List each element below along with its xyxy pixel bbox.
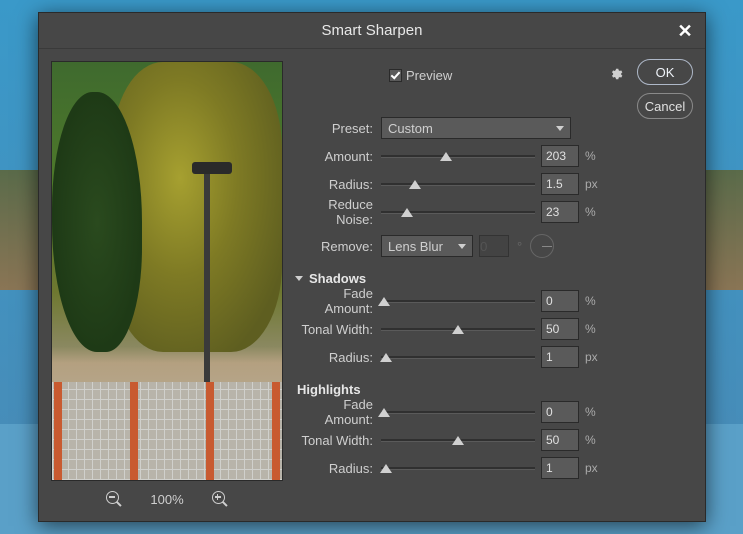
degree-label: ° [517, 239, 522, 254]
amount-field[interactable] [541, 145, 579, 167]
reduce-noise-slider[interactable] [381, 201, 535, 223]
disclosure-icon [295, 276, 303, 281]
reduce-noise-unit: % [585, 205, 605, 219]
preview-image[interactable] [51, 61, 283, 481]
highlights-fade-slider[interactable] [381, 401, 535, 423]
chevron-down-icon [556, 126, 564, 131]
highlights-title: Highlights [297, 382, 361, 397]
shadows-tonal-unit: % [585, 322, 605, 336]
dialog-title: Smart Sharpen [322, 22, 423, 39]
remove-select[interactable]: Lens Blur [381, 235, 473, 257]
amount-unit: % [585, 149, 605, 163]
close-button[interactable]: ✕ [673, 19, 697, 43]
shadows-tonal-slider[interactable] [381, 318, 535, 340]
check-icon [391, 69, 401, 79]
shadows-radius-unit: px [585, 350, 605, 364]
amount-slider[interactable] [381, 145, 535, 167]
zoom-in-icon[interactable] [212, 491, 228, 507]
highlights-fade-unit: % [585, 405, 605, 419]
radius-slider[interactable] [381, 173, 535, 195]
preview-checkbox[interactable] [389, 69, 402, 82]
close-icon: ✕ [677, 21, 692, 42]
shadows-radius-field[interactable] [541, 346, 579, 368]
chevron-down-icon [458, 244, 466, 249]
highlights-fade-label: Fade Amount: [295, 397, 381, 427]
remove-label: Remove: [295, 239, 381, 254]
highlights-radius-unit: px [585, 461, 605, 475]
radius-unit: px [585, 177, 605, 191]
radius-field[interactable] [541, 173, 579, 195]
remove-value: Lens Blur [388, 239, 443, 254]
radius-label: Radius: [295, 177, 381, 192]
angle-dial[interactable] [530, 234, 554, 258]
amount-label: Amount: [295, 149, 381, 164]
gear-icon[interactable] [609, 67, 623, 81]
reduce-noise-label: Reduce Noise: [295, 197, 381, 227]
highlights-tonal-label: Tonal Width: [295, 433, 381, 448]
shadows-title: Shadows [309, 271, 366, 286]
highlights-radius-field[interactable] [541, 457, 579, 479]
shadows-fade-unit: % [585, 294, 605, 308]
shadows-radius-slider[interactable] [381, 346, 535, 368]
shadows-fade-label: Fade Amount: [295, 286, 381, 316]
preset-value: Custom [388, 121, 433, 136]
titlebar: Smart Sharpen ✕ [39, 13, 705, 49]
highlights-fade-field[interactable] [541, 401, 579, 423]
preset-select[interactable]: Custom [381, 117, 571, 139]
reduce-noise-field[interactable] [541, 201, 579, 223]
shadows-tonal-field[interactable] [541, 318, 579, 340]
smart-sharpen-dialog: Smart Sharpen ✕ 100% [38, 12, 706, 522]
highlights-tonal-unit: % [585, 433, 605, 447]
shadows-header[interactable]: Shadows [295, 271, 693, 286]
angle-field[interactable] [479, 235, 509, 257]
zoom-level[interactable]: 100% [150, 492, 183, 507]
highlights-radius-slider[interactable] [381, 457, 535, 479]
highlights-tonal-slider[interactable] [381, 429, 535, 451]
highlights-radius-label: Radius: [295, 461, 381, 476]
highlights-header[interactable]: Highlights [295, 382, 693, 397]
ok-button[interactable]: OK [637, 59, 693, 85]
cancel-button[interactable]: Cancel [637, 93, 693, 119]
shadows-radius-label: Radius: [295, 350, 381, 365]
zoom-out-icon[interactable] [106, 491, 122, 507]
preset-label: Preset: [295, 121, 381, 136]
shadows-tonal-label: Tonal Width: [295, 322, 381, 337]
preview-label: Preview [406, 68, 452, 83]
shadows-fade-field[interactable] [541, 290, 579, 312]
shadows-fade-slider[interactable] [381, 290, 535, 312]
highlights-tonal-field[interactable] [541, 429, 579, 451]
